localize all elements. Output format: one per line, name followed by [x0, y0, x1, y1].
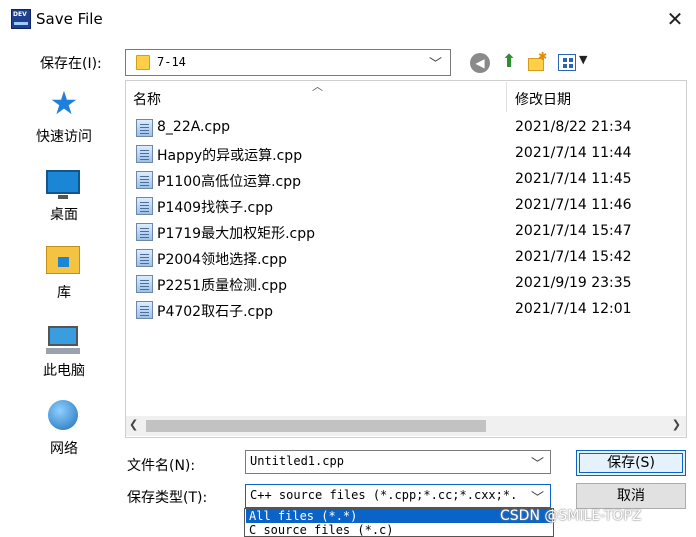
- scrollbar-thumb[interactable]: [146, 420, 486, 432]
- file-row[interactable]: P2251质量检测.cpp 2021/9/19 23:35: [135, 272, 675, 298]
- file-name: P1100高低位运算.cpp: [157, 174, 301, 190]
- filetype-select[interactable]: C++ source files (*.cpp;*.cc;*.cxx;*. ﹀: [245, 484, 551, 508]
- place-label: 快速访问: [36, 129, 92, 145]
- file-date: 2021/7/14 15:47: [515, 223, 632, 239]
- cpp-file-icon: [136, 223, 153, 241]
- window-title: Save File: [36, 10, 103, 28]
- location-text: 7-14: [157, 55, 186, 69]
- cancel-button[interactable]: 取消: [576, 483, 686, 509]
- file-row[interactable]: P2004领地选择.cpp 2021/7/14 15:42: [135, 246, 675, 272]
- file-name: P1409找筷子.cpp: [157, 200, 273, 216]
- file-name: 8_22A.cpp: [157, 119, 230, 135]
- column-divider[interactable]: [506, 82, 507, 112]
- sort-ascending-icon: ︿: [312, 80, 323, 93]
- places-bar: ★ 快速访问 桌面 库 此电脑 网络: [10, 80, 120, 480]
- file-date: 2021/8/22 21:34: [515, 119, 632, 135]
- place-desktop[interactable]: 桌面: [10, 158, 118, 230]
- filename-value: Untitled1.cpp: [250, 454, 344, 468]
- file-name: P2004领地选择.cpp: [157, 252, 287, 268]
- place-label: 库: [57, 285, 71, 301]
- place-label: 此电脑: [43, 363, 85, 379]
- file-row[interactable]: P1100高低位运算.cpp 2021/7/14 11:45: [135, 168, 675, 194]
- file-name: Happy的异或运算.cpp: [157, 148, 303, 164]
- devcpp-app-icon[interactable]: DEV: [11, 9, 31, 29]
- chevron-down-icon[interactable]: ﹀: [429, 53, 442, 72]
- file-row[interactable]: P1409找筷子.cpp 2021/7/14 11:46: [135, 194, 675, 220]
- app-icon-text: DEV: [13, 11, 27, 18]
- filename-input[interactable]: Untitled1.cpp ﹀: [245, 450, 551, 474]
- network-icon: [48, 400, 78, 430]
- file-name: P1719最大加权矩形.cpp: [157, 226, 315, 242]
- scroll-left-icon[interactable]: ❮: [129, 418, 138, 431]
- filetype-label: 保存类型(T):: [127, 490, 208, 506]
- file-name: P4702取石子.cpp: [157, 304, 273, 320]
- file-row[interactable]: P1719最大加权矩形.cpp 2021/7/14 15:47: [135, 220, 675, 246]
- file-row[interactable]: 8_22A.cpp 2021/8/22 21:34: [135, 116, 675, 142]
- desktop-icon: [46, 170, 80, 199]
- chevron-down-icon[interactable]: ﹀: [531, 453, 544, 472]
- save-button[interactable]: 保存(S): [576, 450, 686, 476]
- cpp-file-icon: [136, 275, 153, 293]
- library-icon: [46, 246, 80, 274]
- watermark: CSDN @SMILE-TOPZ: [500, 508, 642, 524]
- folder-icon: [136, 55, 150, 70]
- file-date: 2021/7/14 15:42: [515, 249, 632, 265]
- cpp-file-icon: [136, 249, 153, 267]
- cpp-file-icon: [136, 171, 153, 189]
- file-date: 2021/7/14 11:46: [515, 197, 632, 213]
- place-this-pc[interactable]: 此电脑: [10, 314, 118, 386]
- file-date: 2021/7/14 11:44: [515, 145, 632, 161]
- place-library[interactable]: 库: [10, 236, 118, 308]
- back-arrow-icon[interactable]: ◀: [470, 53, 490, 73]
- filetype-option[interactable]: C source files (*.c): [246, 523, 552, 537]
- new-folder-icon[interactable]: ✱: [526, 50, 548, 74]
- horizontal-scrollbar[interactable]: ❮ ❯: [126, 416, 686, 436]
- cpp-file-icon: [136, 145, 153, 163]
- place-label: 桌面: [50, 207, 78, 223]
- file-date: 2021/7/14 12:01: [515, 301, 632, 317]
- chevron-down-icon[interactable]: ﹀: [527, 487, 544, 506]
- file-date: 2021/7/14 11:45: [515, 171, 632, 187]
- filetype-value: C++ source files (*.cpp;*.cc;*.cxx;*.: [250, 488, 518, 502]
- close-button[interactable]: ✕: [662, 6, 688, 32]
- filename-label: 文件名(N):: [127, 458, 196, 474]
- computer-icon: [46, 326, 80, 354]
- place-quick-access[interactable]: ★ 快速访问: [10, 80, 118, 152]
- title-bar: [0, 0, 696, 38]
- column-header-name[interactable]: 名称: [133, 89, 161, 109]
- column-header-date[interactable]: 修改日期: [515, 89, 571, 109]
- location-combobox[interactable]: 7-14 ﹀: [125, 49, 451, 76]
- star-icon: ★: [49, 84, 79, 122]
- cpp-file-icon: [136, 197, 153, 215]
- file-row[interactable]: Happy的异或运算.cpp 2021/7/14 11:44: [135, 142, 675, 168]
- place-network[interactable]: 网络: [10, 392, 118, 464]
- up-folder-icon[interactable]: ⬆: [498, 50, 520, 74]
- file-date: 2021/9/19 23:35: [515, 275, 632, 291]
- cpp-file-icon: [136, 119, 153, 137]
- cpp-file-icon: [136, 301, 153, 319]
- file-row[interactable]: P4702取石子.cpp 2021/7/14 12:01: [135, 298, 675, 324]
- place-label: 网络: [50, 441, 78, 457]
- save-in-label: 保存在(I):: [40, 56, 102, 72]
- scroll-right-icon[interactable]: ❯: [672, 418, 681, 431]
- view-menu-icon[interactable]: ▼: [557, 53, 591, 73]
- file-name: P2251质量检测.cpp: [157, 278, 287, 294]
